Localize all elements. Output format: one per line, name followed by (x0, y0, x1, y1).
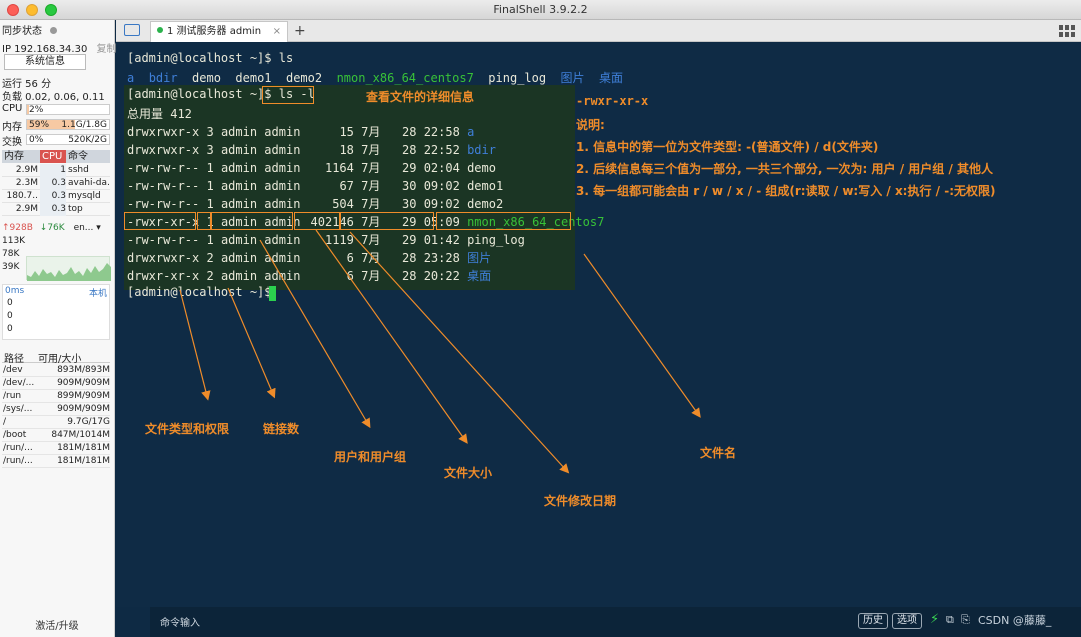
annotation-explain-1: 1. 信息中的第一位为文件类型: -(普通文件) / d(文件夹) (576, 140, 879, 154)
label-perm: 文件类型和权限 (145, 422, 230, 436)
label-date: 文件修改日期 (544, 494, 617, 508)
annotation-arrows (179, 229, 701, 474)
annotation-explain-title: 说明: (576, 118, 605, 132)
annotation-perm-example: -rwxr-xr-x (576, 94, 649, 108)
command-input[interactable]: 命令输入 (160, 614, 200, 629)
arrow-owner (259, 239, 371, 429)
annotation-title: 查看文件的详细信息 (366, 90, 475, 104)
copy-icon[interactable]: ⧉ (946, 613, 954, 627)
arrow-perm (179, 289, 211, 401)
arrow-links (227, 287, 276, 399)
label-size: 文件大小 (444, 466, 493, 480)
command-bar: 命令输入 历史 选项 ⚡ ⧉ ⎘ (150, 607, 1081, 637)
arrow-size (315, 229, 468, 444)
annotation-explain-3: 3. 每一组都可能会由 r / w / x / - 组成(r:读取 / w:写入… (576, 184, 996, 198)
label-name: 文件名 (700, 446, 737, 460)
options-button[interactable]: 选项 (892, 613, 922, 629)
label-owner: 用户和用户组 (334, 450, 407, 464)
lightning-icon[interactable]: ⚡ (930, 612, 939, 627)
paste-icon[interactable]: ⎘ (961, 613, 970, 627)
arrow-name (583, 253, 701, 418)
watermark: CSDN @藤藤_ (978, 614, 1052, 627)
history-button[interactable]: 历史 (858, 613, 888, 629)
label-links: 链接数 (263, 422, 300, 436)
annotation-explain-2: 2. 后续信息每三个值为一部分, 一共三个部分, 一次为: 用户 / 用户组 /… (576, 162, 994, 176)
arrow-date (349, 231, 570, 474)
